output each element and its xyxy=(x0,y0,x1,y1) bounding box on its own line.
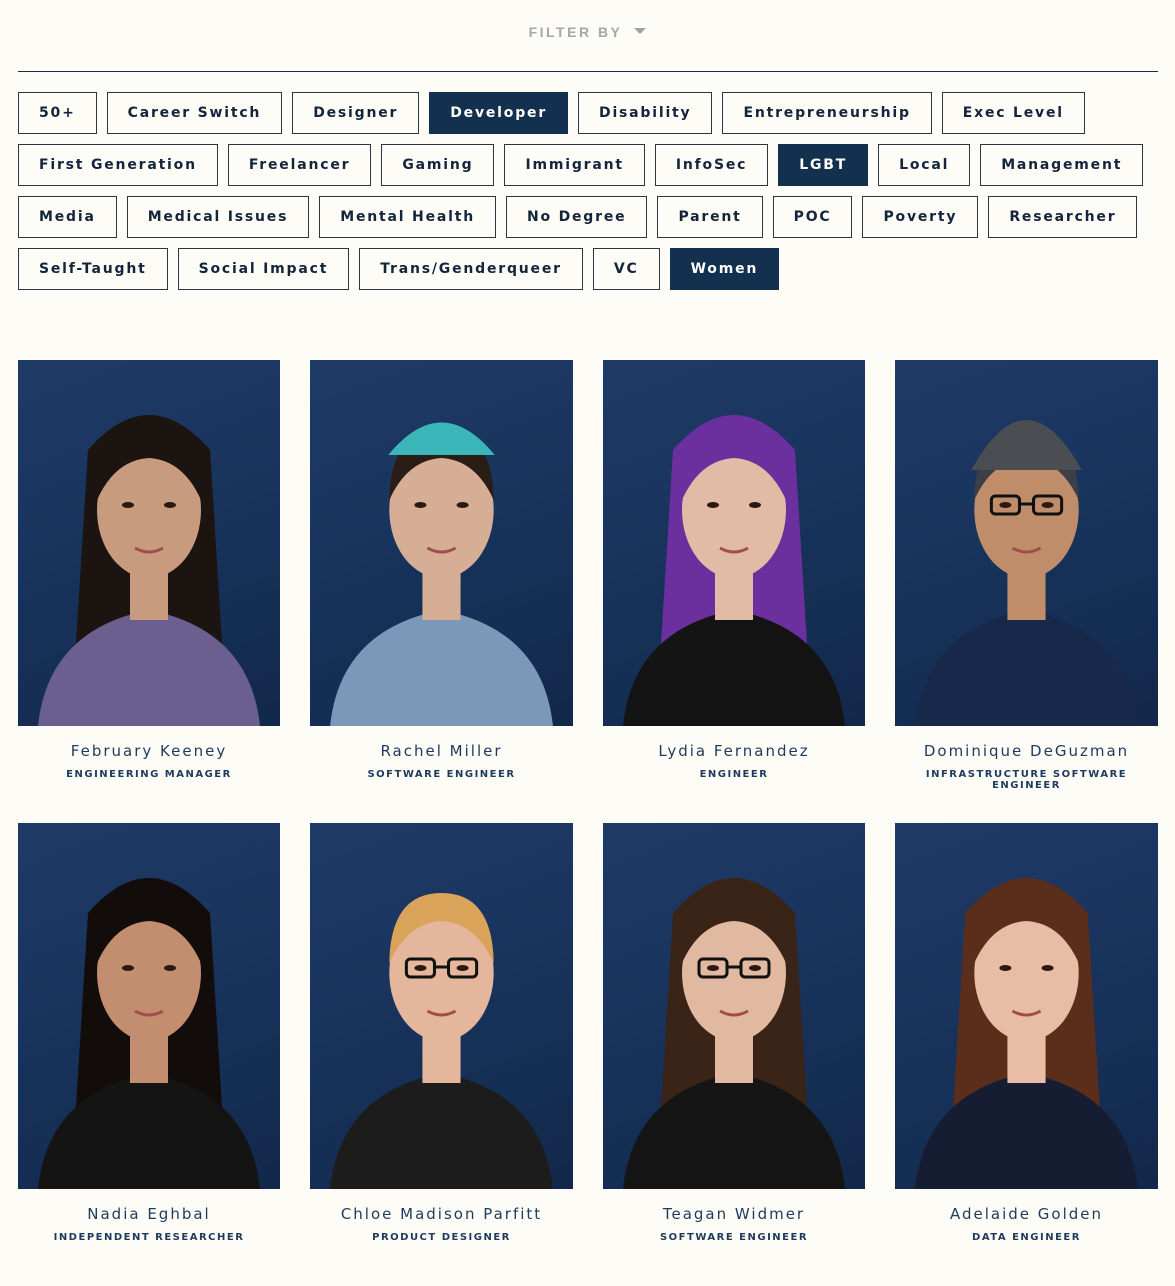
filter-tag-button[interactable]: Women xyxy=(669,248,780,290)
filter-tag-button[interactable]: Media xyxy=(18,196,117,238)
person-role: INDEPENDENT RESEARCHER xyxy=(53,1232,245,1243)
filter-divider xyxy=(18,71,1158,72)
filter-tag-list: 50+ Career Switch Designer Developer Disabil… xyxy=(18,92,1163,290)
filter-tag-button[interactable]: Entrepreneurship xyxy=(722,92,932,134)
filter-tag-button[interactable]: Management xyxy=(980,144,1144,186)
person-name[interactable]: Lydia Fernandez xyxy=(603,742,865,760)
filter-tag-button[interactable]: Medical Issues xyxy=(126,196,310,238)
filter-tag-button[interactable]: Mental Health xyxy=(319,196,496,238)
person-role: DATA ENGINEER xyxy=(972,1232,1081,1243)
filter-tag-button[interactable]: First Generation xyxy=(18,144,218,186)
filter-tag-button[interactable]: Designer xyxy=(292,92,420,134)
person-portrait[interactable] xyxy=(18,360,280,726)
filter-tag-button[interactable]: Freelancer xyxy=(227,144,372,186)
filter-by-label: FILTER BY xyxy=(528,24,623,40)
person-role: SOFTWARE ENGINEER xyxy=(367,769,516,780)
filter-tag-button[interactable]: Gaming xyxy=(381,144,495,186)
person-card[interactable]: Chloe Madison Parfitt PRODUCT DESIGNER xyxy=(310,823,573,1286)
filter-tag-button[interactable]: Career Switch xyxy=(106,92,283,134)
filter-tag-button[interactable]: InfoSec xyxy=(654,144,769,186)
person-name[interactable]: Adelaide Golden xyxy=(895,1205,1158,1223)
person-card[interactable]: Rachel Miller SOFTWARE ENGINEER xyxy=(310,360,573,823)
filter-tag-button[interactable]: Self-Taught xyxy=(18,248,168,290)
person-role: INFRASTRUCTURE SOFTWARE ENGINEER xyxy=(925,769,1128,791)
filter-tag-button[interactable]: Local xyxy=(878,144,971,186)
filter-tag-button[interactable]: Parent xyxy=(657,196,763,238)
filter-tag-button[interactable]: LGBT xyxy=(778,144,869,186)
filter-by-toggle[interactable]: FILTER BY xyxy=(0,24,1175,40)
person-card[interactable]: Adelaide Golden DATA ENGINEER xyxy=(895,823,1158,1286)
filter-tag-button[interactable]: Exec Level xyxy=(941,92,1085,134)
person-card[interactable]: February Keeney ENGINEERING MANAGER xyxy=(18,360,280,823)
person-portrait[interactable] xyxy=(310,360,573,726)
filter-tag-button[interactable]: Poverty xyxy=(862,196,979,238)
person-portrait[interactable] xyxy=(603,360,865,726)
person-name[interactable]: Teagan Widmer xyxy=(603,1205,865,1223)
filter-tag-button[interactable]: Developer xyxy=(429,92,569,134)
people-grid: February Keeney ENGINEERING MANAGER Rachel… xyxy=(18,360,1158,1286)
chevron-down-icon xyxy=(634,28,647,34)
person-role: ENGINEER xyxy=(699,769,769,780)
person-name[interactable]: Rachel Miller xyxy=(310,742,573,760)
person-portrait[interactable] xyxy=(895,360,1158,726)
filter-tag-button[interactable]: Disability xyxy=(578,92,713,134)
filter-tag-button[interactable]: VC xyxy=(592,248,660,290)
person-name[interactable]: February Keeney xyxy=(18,742,280,760)
filter-tag-button[interactable]: 50+ xyxy=(18,92,97,134)
person-card[interactable]: Nadia Eghbal INDEPENDENT RESEARCHER xyxy=(18,823,280,1286)
person-card[interactable]: Teagan Widmer SOFTWARE ENGINEER xyxy=(603,823,865,1286)
filter-tag-button[interactable]: Trans/Genderqueer xyxy=(359,248,583,290)
person-name[interactable]: Chloe Madison Parfitt xyxy=(310,1205,573,1223)
person-role: SOFTWARE ENGINEER xyxy=(659,1232,809,1243)
filter-tag-button[interactable]: Researcher xyxy=(988,196,1138,238)
filter-tag-button[interactable]: Immigrant xyxy=(504,144,645,186)
person-card[interactable]: Lydia Fernandez ENGINEER xyxy=(603,360,865,823)
person-name[interactable]: Dominique DeGuzman xyxy=(895,742,1158,760)
person-portrait[interactable] xyxy=(895,823,1158,1189)
filter-tag-button[interactable]: Social Impact xyxy=(177,248,350,290)
person-portrait[interactable] xyxy=(603,823,865,1189)
person-role: ENGINEERING MANAGER xyxy=(66,769,232,780)
filter-tag-button[interactable]: POC xyxy=(772,196,853,238)
person-name[interactable]: Nadia Eghbal xyxy=(18,1205,280,1223)
person-role: PRODUCT DESIGNER xyxy=(372,1232,511,1243)
person-card[interactable]: Dominique DeGuzman INFRASTRUCTURE SOFTWAR… xyxy=(895,360,1158,823)
filter-tag-button[interactable]: No Degree xyxy=(505,196,648,238)
person-portrait[interactable] xyxy=(310,823,573,1189)
person-portrait[interactable] xyxy=(18,823,280,1189)
